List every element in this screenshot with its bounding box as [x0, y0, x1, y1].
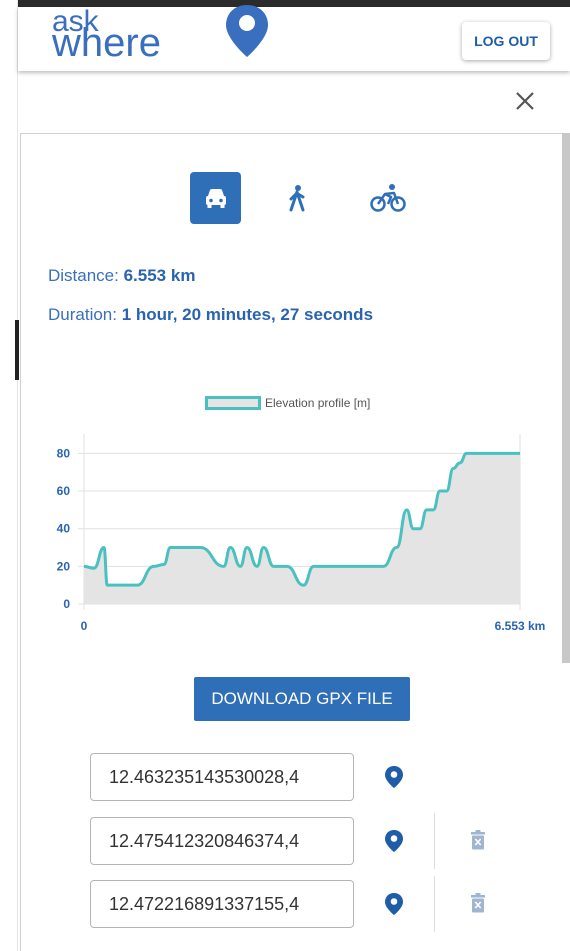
distance-label: Distance:: [48, 266, 124, 285]
waypoint-row: 12.463235143530028,4: [90, 753, 510, 801]
left-edge: [0, 0, 19, 951]
legend-swatch: [205, 396, 261, 410]
logout-button[interactable]: LOG OUT: [462, 22, 550, 60]
close-icon[interactable]: [512, 88, 538, 114]
logo-pin-icon: [226, 5, 268, 57]
top-border: [18, 0, 570, 7]
waypoint-separator: [434, 813, 435, 869]
y-tick-label: 0: [63, 597, 70, 611]
x-tick-label: 6.553 km: [495, 619, 546, 633]
distance-text: Distance: 6.553 km: [48, 266, 195, 286]
travel-mode-selector: [190, 172, 420, 224]
chart-legend[interactable]: Elevation profile [m]: [205, 396, 370, 410]
y-tick-label: 20: [57, 559, 71, 573]
location-pin-icon[interactable]: [384, 829, 404, 858]
distance-value: 6.553 km: [123, 266, 196, 285]
y-tick-label: 60: [57, 484, 71, 498]
waypoint-row: 12.475412320846374,4: [90, 813, 510, 869]
waypoint-input[interactable]: 12.475412320846374,4: [90, 817, 354, 865]
left-edge-marker: [15, 320, 19, 380]
walk-mode-button[interactable]: [282, 172, 312, 224]
waypoint-input[interactable]: 12.472216891337155,4: [90, 880, 354, 928]
duration-label: Duration:: [48, 305, 122, 324]
car-icon: [205, 189, 226, 208]
download-gpx-button[interactable]: DOWNLOAD GPX FILE: [194, 677, 410, 721]
logo-where-text: where: [52, 21, 161, 65]
bike-icon: [370, 184, 406, 212]
location-pin-icon[interactable]: [384, 892, 404, 921]
trash-icon[interactable]: [470, 830, 486, 855]
app-header: ask where LOG OUT: [18, 5, 570, 71]
app-logo[interactable]: ask where: [52, 5, 272, 67]
trash-icon[interactable]: [470, 893, 486, 918]
x-axis-ticks: 0 6.553 km: [81, 619, 546, 633]
car-mode-button[interactable]: [190, 172, 241, 224]
location-pin-icon[interactable]: [384, 765, 404, 794]
waypoint-input[interactable]: 12.463235143530028,4: [90, 753, 354, 801]
duration-value: 1 hour, 20 minutes, 27 seconds: [121, 305, 374, 324]
walk-icon: [289, 185, 305, 212]
waypoint-row: 12.472216891337155,4: [90, 876, 510, 932]
y-tick-label: 80: [57, 446, 71, 460]
elevation-chart: 0 20 40 60 80 0 6.553 km: [57, 434, 546, 633]
y-tick-label: 40: [57, 522, 71, 536]
x-tick-label: 0: [81, 619, 88, 633]
bike-mode-button[interactable]: [368, 172, 408, 224]
y-axis-ticks: 0 20 40 60 80: [57, 446, 71, 611]
legend-label: Elevation profile [m]: [265, 396, 371, 410]
duration-text: Duration: 1 hour, 20 minutes, 27 seconds: [48, 305, 373, 325]
waypoint-separator: [434, 876, 435, 932]
